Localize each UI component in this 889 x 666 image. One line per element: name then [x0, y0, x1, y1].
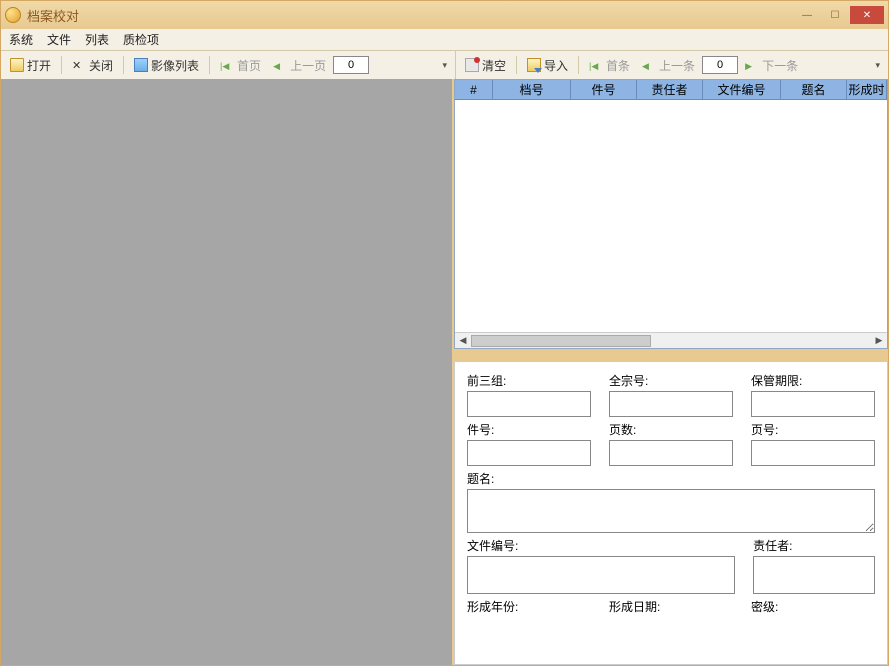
maximize-button[interactable]: ☐ [822, 6, 848, 24]
separator [578, 56, 579, 74]
prev-icon [642, 58, 656, 72]
separator [123, 56, 124, 74]
timing-input[interactable] [467, 489, 875, 533]
clear-icon [465, 58, 479, 72]
detail-form: 前三组: 全宗号: 保管期限: 件号: 页数: 页号: 题名: 文件编号: 责任… [454, 361, 888, 665]
scroll-track[interactable] [471, 335, 871, 347]
jianhao-input[interactable] [467, 440, 591, 466]
zerenzhe-input[interactable] [753, 556, 875, 594]
quanzonghao-input[interactable] [609, 391, 733, 417]
column-header[interactable]: 件号 [571, 80, 637, 100]
image-viewer-pane [1, 79, 454, 665]
menu-qc[interactable]: 质检项 [119, 29, 163, 50]
menu-file[interactable]: 文件 [43, 29, 75, 50]
column-header[interactable]: # [455, 80, 493, 100]
field-label: 件号: [467, 421, 591, 438]
field-label: 页数: [609, 421, 733, 438]
next-icon [745, 58, 759, 72]
field-label: 形成日期: [609, 598, 733, 615]
separator [209, 56, 210, 74]
grid-body[interactable] [455, 100, 887, 332]
minimize-button[interactable]: — [794, 6, 820, 24]
title-bar: 档案校对 — ☐ ✕ [1, 1, 888, 29]
menu-list[interactable]: 列表 [81, 29, 113, 50]
column-header[interactable]: 形成时 [847, 80, 887, 100]
expand-left-button[interactable]: ▾ [438, 58, 451, 73]
separator [516, 56, 517, 74]
first-icon [589, 58, 603, 72]
field-label: 责任者: [753, 537, 875, 554]
first-record-button[interactable]: 首条 [584, 55, 635, 76]
column-header[interactable]: 文件编号 [703, 80, 781, 100]
menu-bar: 系统 文件 列表 质检项 [1, 29, 888, 51]
expand-right-button[interactable]: ▾ [871, 58, 884, 73]
close-button[interactable]: ✕ [850, 6, 884, 24]
column-header[interactable]: 责任者 [637, 80, 703, 100]
scroll-thumb[interactable] [471, 335, 651, 347]
separator [61, 56, 62, 74]
list-icon [134, 58, 148, 72]
grid-header: #档号件号责任者文件编号题名形成时 [455, 80, 887, 100]
field-label: 密级: [751, 598, 875, 615]
window-title: 档案校对 [27, 6, 79, 25]
first-icon [220, 58, 234, 72]
import-button[interactable]: 导入 [522, 55, 573, 76]
image-list-button[interactable]: 影像列表 [129, 55, 204, 76]
prev-record-button[interactable]: 上一条 [637, 55, 700, 76]
scroll-left-button[interactable]: ◀ [455, 335, 471, 346]
field-label: 题名: [467, 470, 875, 487]
prev-icon [273, 58, 287, 72]
field-label: 形成年份: [467, 598, 591, 615]
toolbar-left: 打开 关闭 影像列表 首页 上一页 ▾ [1, 51, 456, 79]
next-record-button[interactable]: 下一条 [740, 55, 803, 76]
column-header[interactable]: 档号 [493, 80, 571, 100]
clear-button[interactable]: 清空 [460, 55, 511, 76]
field-label: 前三组: [467, 372, 591, 389]
app-icon [5, 7, 21, 23]
close-icon [72, 58, 86, 72]
first-page-button[interactable]: 首页 [215, 55, 266, 76]
toolbar-right: 清空 导入 首条 上一条 下一条 ▾ [456, 51, 888, 79]
field-label: 文件编号: [467, 537, 735, 554]
close-file-button[interactable]: 关闭 [67, 55, 118, 76]
app-window: 档案校对 — ☐ ✕ 系统 文件 列表 质检项 打开 关闭 影像列表 首页 上一… [0, 0, 889, 666]
field-label: 页号: [751, 421, 875, 438]
baoguanqixian-input[interactable] [751, 391, 875, 417]
wenjianbianhao-input[interactable] [467, 556, 735, 594]
yehao-input[interactable] [751, 440, 875, 466]
qiansanzu-input[interactable] [467, 391, 591, 417]
data-pane: #档号件号责任者文件编号题名形成时 ◀ ▶ 前三组: 全宗号: 保管期限: 件号… [454, 79, 888, 665]
horizontal-scrollbar[interactable]: ◀ ▶ [455, 332, 887, 348]
data-grid: #档号件号责任者文件编号题名形成时 ◀ ▶ [454, 79, 888, 349]
import-icon [527, 58, 541, 72]
scroll-right-button[interactable]: ▶ [871, 335, 887, 346]
folder-open-icon [10, 58, 24, 72]
column-header[interactable]: 题名 [781, 80, 847, 100]
prev-page-button[interactable]: 上一页 [268, 55, 331, 76]
record-number-input[interactable] [702, 56, 738, 74]
field-label: 全宗号: [609, 372, 733, 389]
yeshu-input[interactable] [609, 440, 733, 466]
page-number-input[interactable] [333, 56, 369, 74]
open-button[interactable]: 打开 [5, 55, 56, 76]
menu-system[interactable]: 系统 [5, 29, 37, 50]
field-label: 保管期限: [751, 372, 875, 389]
